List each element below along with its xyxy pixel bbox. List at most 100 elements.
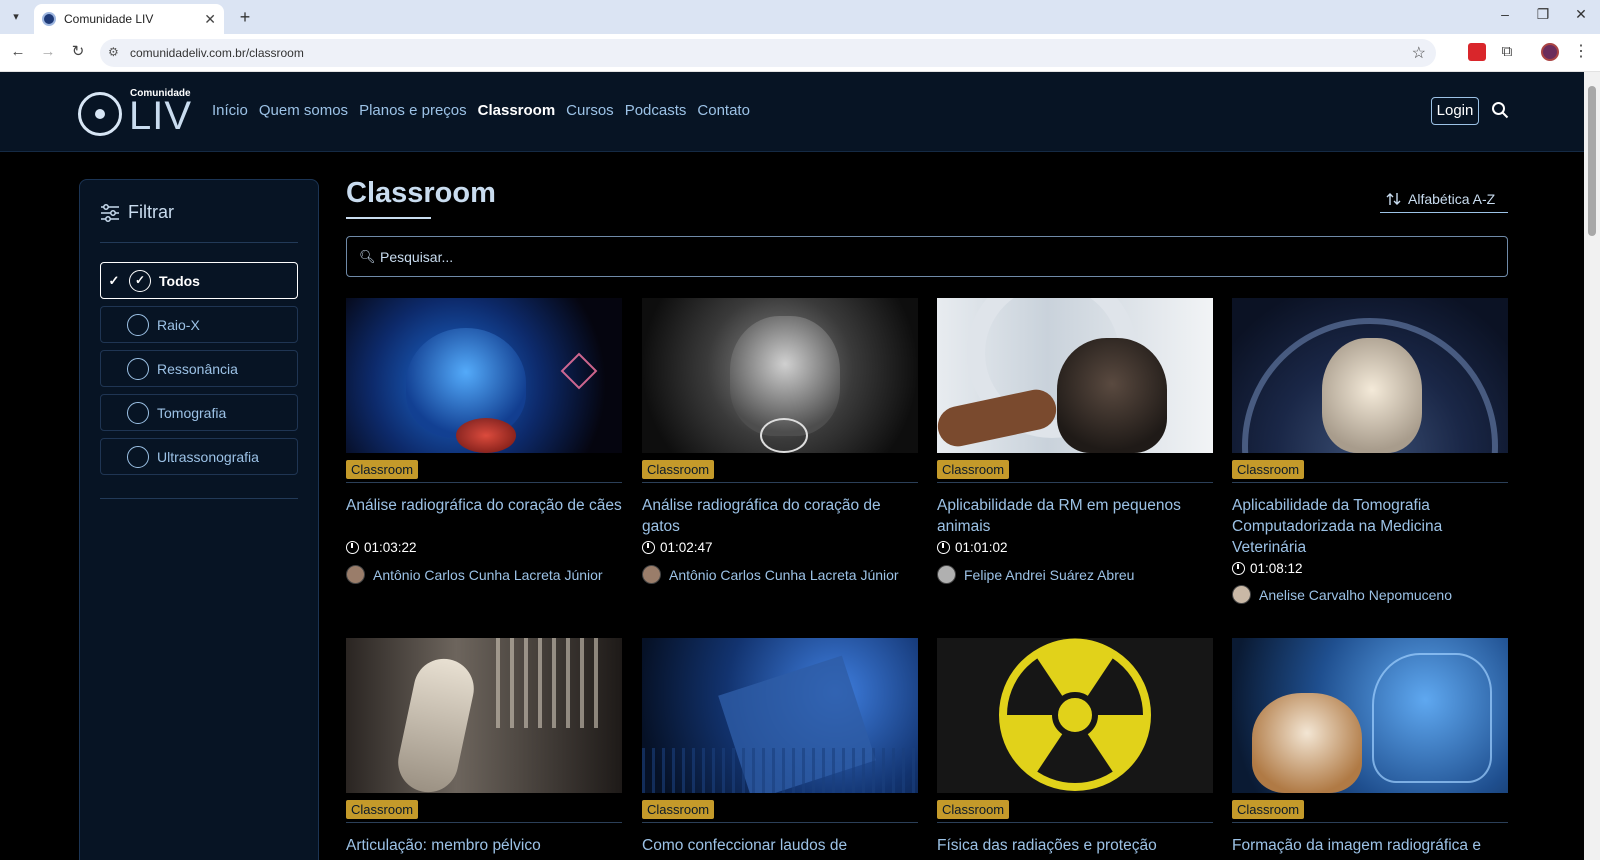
nav-classroom[interactable]: Classroom: [478, 102, 556, 119]
course-card[interactable]: Classroom Aplicabilidade da Tomografia C…: [1232, 298, 1508, 604]
scrollbar-thumb[interactable]: [1588, 86, 1596, 236]
sort-arrows-icon: [1386, 192, 1401, 205]
nav-inicio[interactable]: Início: [212, 102, 248, 119]
card-divider: [346, 482, 622, 483]
card-divider: [346, 822, 622, 823]
minimize-icon[interactable]: –: [1494, 6, 1516, 22]
extensions-icon[interactable]: ⧉: [1498, 43, 1516, 61]
favicon-icon: [42, 12, 56, 26]
divider: [100, 498, 298, 499]
author-name: Felipe Andrei Suárez Abreu: [964, 566, 1135, 583]
course-card[interactable]: Classroom Análise radiográfica do coraçã…: [346, 298, 622, 584]
course-title[interactable]: Física das radiações e proteção: [937, 835, 1213, 856]
duration-text: 01:02:47: [660, 540, 713, 555]
nav-quem-somos[interactable]: Quem somos: [259, 102, 348, 119]
sort-button[interactable]: Alfabética A-Z: [1380, 185, 1508, 213]
category-badge: Classroom: [642, 460, 715, 479]
course-thumbnail[interactable]: [642, 298, 918, 453]
course-author[interactable]: Anelise Carvalho Nepomuceno: [1232, 585, 1452, 604]
course-thumbnail[interactable]: [346, 298, 622, 453]
check-circle-icon: ✓: [129, 269, 151, 292]
course-author[interactable]: Felipe Andrei Suárez Abreu: [937, 565, 1134, 584]
tab-search-icon[interactable]: ▾: [6, 8, 26, 26]
category-badge: Classroom: [1232, 460, 1305, 479]
window-close-icon[interactable]: ✕: [1570, 6, 1592, 23]
course-title[interactable]: Como confeccionar laudos de: [642, 835, 918, 856]
course-thumbnail[interactable]: [642, 638, 918, 793]
course-thumbnail[interactable]: [346, 638, 622, 793]
filter-title: Filtrar: [128, 202, 174, 222]
stopwatch-icon: [937, 541, 950, 554]
filter-todos[interactable]: ✓ ✓ Todos: [100, 262, 298, 299]
card-divider: [1232, 822, 1508, 823]
site-info-icon[interactable]: ⚙: [108, 45, 119, 59]
stopwatch-icon: [1232, 562, 1245, 575]
profile-avatar-icon[interactable]: [1541, 43, 1559, 61]
logo-big-text: LIV: [129, 94, 193, 138]
nav-cursos[interactable]: Cursos: [566, 102, 614, 119]
filter-tomografia[interactable]: Tomografia: [100, 394, 298, 431]
nav-planos[interactable]: Planos e preços: [359, 102, 467, 119]
url-text[interactable]: comunidadeliv.com.br/classroom: [130, 46, 304, 60]
course-card[interactable]: Classroom Análise radiográfica do coraçã…: [642, 298, 918, 584]
new-tab-icon[interactable]: +: [234, 7, 256, 28]
course-title[interactable]: Aplicabilidade da Tomografia Computadori…: [1232, 495, 1508, 558]
author-name: Anelise Carvalho Nepomuceno: [1259, 586, 1452, 603]
page-title: Classroom: [346, 177, 496, 209]
address-bar[interactable]: ⚙ comunidadeliv.com.br/classroom ☆: [100, 39, 1436, 67]
card-divider: [642, 482, 918, 483]
sort-label: Alfabética A-Z: [1408, 190, 1496, 207]
filter-ultrassonografia[interactable]: Ultrassonografia: [100, 438, 298, 475]
category-badge: Classroom: [937, 460, 1010, 479]
search-input[interactable]: [380, 237, 1480, 276]
course-card[interactable]: Classroom Como confeccionar laudos de: [642, 638, 918, 854]
site-logo[interactable]: Comunidade LIV: [78, 88, 198, 138]
restore-icon[interactable]: ❐: [1532, 6, 1554, 23]
course-title[interactable]: Análise radiográfica do coração de cães: [346, 495, 622, 516]
nav-contato[interactable]: Contato: [697, 102, 750, 119]
course-card[interactable]: Classroom Articulação: membro pélvico: [346, 638, 622, 854]
course-title[interactable]: Aplicabilidade da RM em pequenos animais: [937, 495, 1213, 537]
course-author[interactable]: Antônio Carlos Cunha Lacreta Júnior: [346, 565, 603, 584]
browser-tab[interactable]: Comunidade LIV ✕: [34, 4, 224, 34]
course-title[interactable]: Análise radiográfica do coração de gatos: [642, 495, 918, 537]
course-thumbnail[interactable]: [1232, 638, 1508, 793]
course-thumbnail[interactable]: [1232, 298, 1508, 453]
browser-toolbar: ← → ↻ ⚙ comunidadeliv.com.br/classroom ☆…: [0, 34, 1600, 72]
filter-label: Raio-X: [157, 316, 200, 333]
bookmark-star-icon[interactable]: ☆: [1412, 43, 1426, 63]
site-header: Comunidade LIV Início Quem somos Planos …: [0, 72, 1584, 152]
radiation-logo-icon: [78, 92, 122, 136]
login-button[interactable]: Login: [1431, 97, 1479, 125]
course-title[interactable]: Articulação: membro pélvico: [346, 835, 622, 856]
search-icon[interactable]: [1491, 101, 1509, 119]
course-duration: 01:02:47: [642, 540, 713, 555]
stopwatch-icon: [346, 541, 359, 554]
course-thumbnail[interactable]: [937, 298, 1213, 453]
duration-text: 01:08:12: [1250, 561, 1303, 576]
avatar: [642, 565, 661, 584]
close-tab-icon[interactable]: ✕: [204, 12, 216, 26]
filter-ressonancia[interactable]: Ressonância: [100, 350, 298, 387]
pdf-extension-icon[interactable]: [1468, 43, 1486, 61]
resonance-icon: [127, 357, 149, 380]
reload-icon[interactable]: ↻: [68, 42, 88, 62]
filter-raio-x[interactable]: Raio-X: [100, 306, 298, 343]
search-field[interactable]: 🔍︎: [346, 236, 1508, 277]
author-name: Antônio Carlos Cunha Lacreta Júnior: [669, 566, 899, 583]
category-badge: Classroom: [346, 460, 419, 479]
course-card[interactable]: Classroom Formação da imagem radiográfic…: [1232, 638, 1508, 854]
back-icon[interactable]: ←: [8, 42, 28, 62]
filter-sidebar: Filtrar ✓ ✓ Todos Raio-X Ressonância Tom…: [79, 179, 319, 860]
nav-podcasts[interactable]: Podcasts: [625, 102, 687, 119]
page-scrollbar[interactable]: [1584, 72, 1600, 860]
forward-icon[interactable]: →: [38, 42, 58, 62]
menu-dots-icon[interactable]: ⋮: [1572, 43, 1590, 61]
sliders-icon: [101, 203, 119, 222]
course-thumbnail[interactable]: [937, 638, 1213, 793]
course-duration: 01:03:22: [346, 540, 417, 555]
course-title[interactable]: Formação da imagem radiográfica e: [1232, 835, 1508, 856]
course-card[interactable]: Classroom Física das radiações e proteçã…: [937, 638, 1213, 854]
course-card[interactable]: Classroom Aplicabilidade da RM em pequen…: [937, 298, 1213, 584]
course-author[interactable]: Antônio Carlos Cunha Lacreta Júnior: [642, 565, 899, 584]
